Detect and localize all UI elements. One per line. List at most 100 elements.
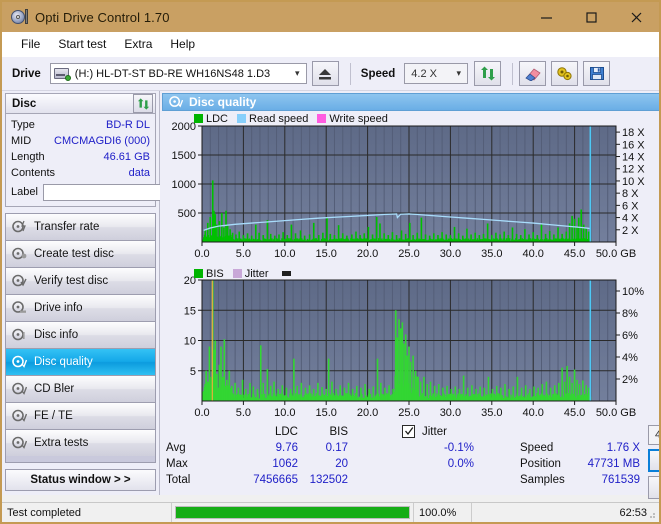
- bar: [380, 382, 382, 401]
- bar: [404, 334, 407, 401]
- eject-button[interactable]: [311, 61, 339, 86]
- close-button[interactable]: [614, 2, 659, 32]
- bar: [250, 235, 253, 242]
- start-part-button[interactable]: Start part: [648, 475, 659, 499]
- bar: [331, 381, 333, 401]
- bar: [406, 355, 409, 401]
- bar: [571, 382, 573, 401]
- bar: [269, 233, 272, 242]
- speed-select[interactable]: 4.2 X ▾: [404, 63, 469, 84]
- disc-row-contents: Contents data: [11, 165, 150, 181]
- maximize-button[interactable]: [569, 2, 614, 32]
- x-tick-label: 30.0: [440, 407, 461, 419]
- ldc-read-speed-chart[interactable]: 2000 1500 1000 500 18 X16 X14 X12 X10 X8 X6 …: [162, 111, 656, 263]
- sidebar-item-label: Disc quality: [34, 356, 93, 368]
- x-tick-label: 50.0 GB: [596, 407, 636, 419]
- status-bar: Test completed 100.0% 62:53: [2, 502, 659, 522]
- bar: [491, 388, 494, 401]
- main-panel-header: Disc quality: [162, 93, 659, 111]
- bar: [520, 387, 523, 401]
- test-speed-select[interactable]: 4.2 X ▾: [648, 424, 659, 445]
- bar: [470, 234, 472, 242]
- bar: [299, 230, 302, 242]
- disc-verify-icon: [12, 274, 28, 288]
- bar: [490, 234, 493, 242]
- stats-row-label-max: Max: [166, 457, 188, 470]
- bar: [343, 387, 346, 401]
- progress-percent: 100.0%: [414, 502, 472, 522]
- bar: [289, 388, 292, 401]
- refresh-button[interactable]: [474, 61, 502, 86]
- bar: [409, 222, 411, 242]
- bar: [519, 234, 522, 242]
- start-full-button[interactable]: Start full: [648, 448, 659, 472]
- disc-refresh-button[interactable]: [133, 94, 153, 113]
- sidebar-item-disc-info[interactable]: Disc info: [5, 321, 156, 348]
- sidebar-item-transfer-rate[interactable]: Transfer rate: [5, 213, 156, 240]
- bar: [565, 231, 568, 242]
- bis-jitter-chart[interactable]: 201510510%8%6%4%2%0.0 5.0 10.0 15.0 20.0 25.0…: [162, 263, 656, 423]
- sidebar-item-fe-te[interactable]: FE / TE: [5, 402, 156, 429]
- settings-button[interactable]: [551, 61, 579, 86]
- sidebar: Disc Type BD-R DL MID CMCMAGDI6 (000) Le…: [2, 91, 245, 495]
- stats-ldc-avg: 9.76: [275, 441, 298, 454]
- bar: [308, 384, 311, 401]
- bar: [221, 376, 224, 401]
- bar: [312, 388, 315, 401]
- bar: [396, 337, 399, 401]
- save-button[interactable]: [583, 61, 611, 86]
- erase-button[interactable]: [519, 61, 547, 86]
- bar: [347, 382, 350, 401]
- sidebar-item-extra-tests[interactable]: Extra tests: [5, 429, 156, 456]
- y-tick-label: 2000: [172, 121, 196, 133]
- bar: [387, 234, 390, 242]
- x-tick-label: 20.0: [357, 407, 378, 419]
- stats-bis-total: 132502: [309, 473, 348, 486]
- stats-actions: 4.2 X ▾ Start full Start part: [648, 424, 659, 499]
- bar: [578, 383, 581, 401]
- bar: [568, 376, 571, 401]
- bar: [461, 235, 464, 242]
- minimize-button[interactable]: [524, 2, 569, 32]
- jitter-checkbox[interactable]: [402, 424, 415, 438]
- progress-bar-fill: [176, 507, 409, 518]
- bar: [364, 383, 366, 401]
- x-tick-label: 10.0: [274, 248, 295, 260]
- bar: [274, 235, 276, 242]
- y2-tick-label: 6 X: [622, 200, 639, 212]
- bar: [412, 234, 414, 242]
- bar: [326, 216, 328, 242]
- sidebar-item-disc-quality[interactable]: Disc quality: [5, 348, 156, 375]
- bar: [285, 387, 288, 401]
- bar: [376, 358, 379, 401]
- y2-tick-label: 4 X: [622, 212, 639, 224]
- sidebar-item-verify-test-disc[interactable]: Verify test disc: [5, 267, 156, 294]
- drive-select[interactable]: (H:) HL-DT-ST BD-RE WH16NS48 1.D3 ▾: [49, 63, 307, 84]
- menu-extra[interactable]: Extra: [115, 35, 161, 53]
- menu-help[interactable]: Help: [161, 35, 204, 53]
- menu-file[interactable]: File: [12, 35, 49, 53]
- toolbar-divider-1: [349, 62, 351, 85]
- resize-grip-icon[interactable]: [646, 509, 656, 519]
- sidebar-item-create-test-disc[interactable]: Create test disc: [5, 240, 156, 267]
- x-tick-label: 0.0: [194, 407, 209, 419]
- y-tick-label: 5: [190, 365, 196, 377]
- bar: [329, 233, 332, 242]
- bar: [516, 376, 519, 401]
- y2-tick-label: 6%: [622, 330, 638, 342]
- menu-start-test[interactable]: Start test: [49, 35, 115, 53]
- bar: [235, 234, 237, 242]
- stats-row-label-avg: Avg: [166, 441, 186, 454]
- bar: [223, 339, 226, 401]
- disc-fete-icon: [12, 409, 28, 423]
- status-window-button[interactable]: Status window > >: [5, 469, 156, 491]
- bar: [429, 381, 432, 401]
- bar: [420, 217, 423, 242]
- bar: [214, 213, 217, 242]
- disc-quality-icon: [12, 355, 28, 369]
- bar: [561, 367, 563, 401]
- sidebar-item-cd-bler[interactable]: CD Bler: [5, 375, 156, 402]
- bar: [457, 233, 460, 242]
- y-tick-label: 1000: [172, 179, 196, 191]
- sidebar-item-drive-info[interactable]: Drive info: [5, 294, 156, 321]
